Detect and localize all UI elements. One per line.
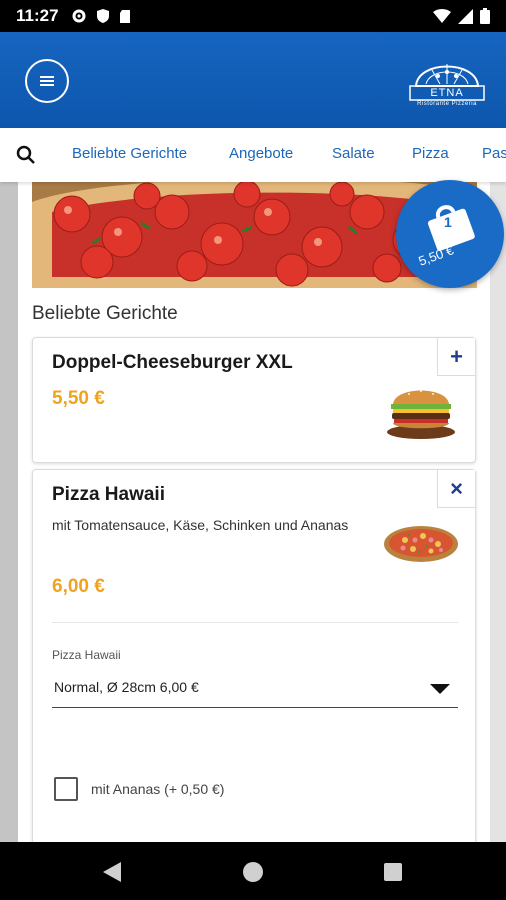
category-tabs: Beliebte Gerichte Angebote Salate Pizza … <box>0 128 506 182</box>
extra-ananas-checkbox[interactable] <box>54 777 78 801</box>
app-header: ETNA Ristorante Pizzeria <box>0 32 506 128</box>
extra-ananas-label[interactable]: mit Ananas (+ 0,50 €) <box>91 781 224 797</box>
status-bar: 11:27 <box>0 0 506 32</box>
home-icon[interactable] <box>243 862 263 882</box>
size-select-label: Pizza Hawaii <box>52 648 121 662</box>
item-name: Pizza Hawaii <box>52 484 165 505</box>
item-price: 6,00 € <box>52 576 105 597</box>
system-nav-bar <box>0 842 506 900</box>
recent-apps-icon[interactable] <box>384 863 402 881</box>
item-price: 5,50 € <box>52 388 105 409</box>
tab-angebote[interactable]: Angebote <box>229 145 293 162</box>
cart-count: 1 <box>444 214 452 230</box>
gear-icon <box>72 9 86 23</box>
wifi-icon <box>433 8 451 23</box>
burger-image <box>387 390 455 439</box>
item-description: mit Tomatensauce, Käse, Schinken und Ana… <box>52 517 349 533</box>
tab-salate[interactable]: Salate <box>332 145 375 162</box>
add-item-button[interactable]: + <box>437 338 475 376</box>
tab-pizza[interactable]: Pizza <box>412 145 449 162</box>
pizza-image <box>384 526 458 562</box>
battery-icon <box>480 8 490 24</box>
section-title: Beliebte Gerichte <box>32 303 178 324</box>
status-time: 11:27 <box>16 6 59 25</box>
item-name: Doppel-Cheeseburger XXL <box>52 352 293 373</box>
tab-pasta[interactable]: Pas <box>482 145 506 162</box>
cart-button[interactable]: 1 5,50 € <box>396 180 504 288</box>
back-icon[interactable] <box>103 862 121 882</box>
menu-item-card[interactable]: Doppel-Cheeseburger XXL 5,50 € + <box>32 337 476 463</box>
side-strip <box>0 182 18 842</box>
close-options-button[interactable]: × <box>437 470 475 508</box>
restaurant-logo: ETNA Ristorante Pizzeria <box>408 50 486 112</box>
search-icon[interactable] <box>16 145 36 165</box>
divider <box>52 622 458 623</box>
size-select[interactable]: Normal, Ø 28cm 6,00 € <box>52 674 458 708</box>
tab-beliebte-gerichte[interactable]: Beliebte Gerichte <box>72 145 187 162</box>
size-select-value: Normal, Ø 28cm 6,00 € <box>54 679 199 695</box>
sd-card-icon <box>119 9 130 23</box>
menu-icon <box>40 76 54 86</box>
menu-item-card-expanded[interactable]: Pizza Hawaii mit Tomatensauce, Käse, Sch… <box>32 469 476 842</box>
dropdown-arrow-icon[interactable] <box>430 684 450 694</box>
side-strip-right <box>490 182 506 842</box>
shield-icon <box>96 9 109 23</box>
logo-title: ETNA <box>430 87 464 99</box>
signal-icon <box>458 8 473 24</box>
menu-button[interactable] <box>25 59 69 103</box>
logo-subtitle: Ristorante Pizzeria <box>417 101 477 107</box>
